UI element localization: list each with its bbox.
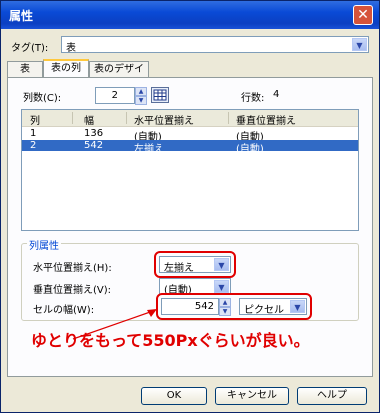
annotation-text: ゆとりをもって550Pxぐらいが良い。 (31, 331, 310, 350)
cancel-button[interactable]: キャンセル (215, 387, 289, 405)
arrow-icon (72, 309, 157, 340)
ok-button[interactable]: OK (141, 387, 207, 405)
properties-dialog: 属性 ✕ タグ(T): 表 ▼ 表 表の列 表のデザイン 列数(C): 2 ▲ … (0, 0, 380, 413)
help-button[interactable]: ヘルプ (297, 387, 367, 405)
